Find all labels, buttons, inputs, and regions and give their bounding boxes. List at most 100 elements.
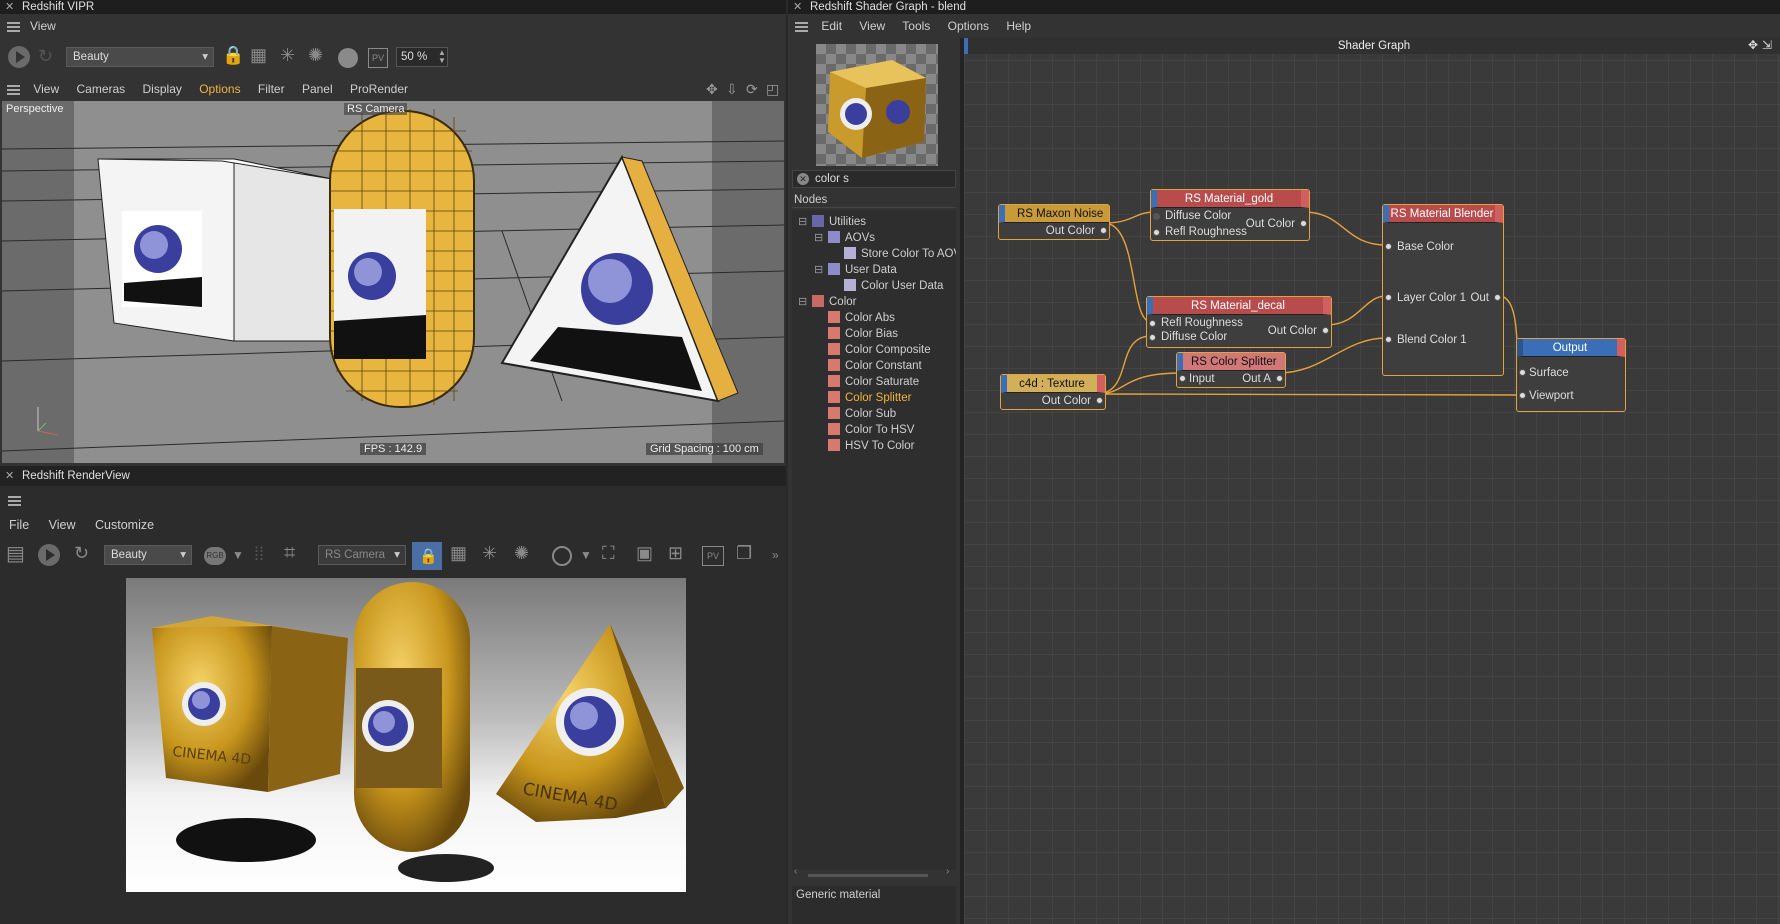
snowflake-icon[interactable]: ✳ (482, 544, 497, 562)
output-port-icon[interactable] (1276, 375, 1283, 382)
tree-item[interactable]: Color Abs (814, 310, 895, 326)
output-port-icon[interactable] (1322, 327, 1329, 334)
vp-menu-filter[interactable]: Filter (258, 82, 285, 96)
vp-menu-display[interactable]: Display (143, 82, 182, 96)
camera-select[interactable]: RS Camera (318, 545, 406, 565)
input-port-icon[interactable] (1153, 229, 1160, 236)
tree-item[interactable]: Color Bias (814, 326, 898, 342)
output-port-icon[interactable] (1096, 397, 1103, 404)
lock-icon[interactable]: 🔒 (412, 542, 442, 570)
refresh-icon[interactable]: ↻ (74, 544, 89, 562)
input-port-icon[interactable] (1385, 294, 1392, 301)
tree-item[interactable]: Color Sub (814, 406, 896, 422)
search-field[interactable]: ✕ color s (792, 170, 956, 188)
lock-icon[interactable]: 🔒 (222, 46, 244, 64)
tree-item[interactable]: Store Color To AOV (830, 246, 956, 262)
region-icon[interactable]: ⛶ (602, 544, 615, 562)
output-port-icon[interactable] (1300, 220, 1307, 227)
vp-menu-panel[interactable]: Panel (302, 82, 333, 96)
move-icon[interactable]: ✥ (706, 78, 718, 100)
menu-options[interactable]: Options (948, 19, 989, 33)
tree-item[interactable]: Color User Data (830, 278, 943, 294)
input-port-icon[interactable] (1385, 243, 1392, 250)
input-port-icon[interactable] (1149, 320, 1156, 327)
pan-icon[interactable]: ⇩ (726, 78, 738, 100)
vp-menu-options[interactable]: Options (199, 82, 240, 96)
node-material-decal[interactable]: RS Material_decal Refl Roughness Diffuse… (1146, 296, 1332, 348)
overflow-icon[interactable]: » (772, 546, 779, 564)
grid-icon[interactable]: ▦ (250, 46, 267, 64)
input-port-icon[interactable] (1149, 334, 1156, 341)
menu-view[interactable]: View (49, 518, 76, 532)
snowflake-alt-icon[interactable]: ✺ (514, 544, 529, 562)
refresh-icon[interactable]: ↻ (38, 47, 53, 65)
hamburger-icon[interactable] (7, 84, 20, 95)
stepper-icon[interactable]: ▲ ▼ (438, 49, 446, 65)
hamburger-icon[interactable] (7, 21, 20, 32)
grid-icon[interactable]: ▦ (450, 544, 467, 562)
menu-view[interactable]: View (859, 19, 885, 33)
close-icon[interactable]: ✕ (5, 0, 14, 14)
output-port-icon[interactable] (1100, 227, 1107, 234)
renderview-aov-select[interactable]: Beauty (104, 545, 192, 565)
rgb-icon[interactable]: RGB (204, 547, 226, 565)
image-icon[interactable]: ▣ (636, 544, 653, 562)
tree-item[interactable]: Color To HSV (814, 422, 914, 438)
aov-select[interactable]: Beauty (66, 47, 214, 67)
perspective-viewport[interactable]: Perspective RS Camera FPS : 142.9 Grid S… (2, 101, 784, 463)
pv-icon[interactable]: PV (702, 546, 724, 566)
output-port-icon[interactable] (1494, 294, 1501, 301)
input-port-icon[interactable] (1519, 369, 1526, 376)
clapperboard-icon[interactable]: ▤ (6, 544, 25, 564)
rotate-icon[interactable]: ⟳ (746, 78, 758, 100)
play-icon[interactable] (8, 46, 30, 68)
circle-icon[interactable] (552, 546, 572, 566)
node-material-gold[interactable]: RS Material_gold Diffuse Color Refl Roug… (1150, 189, 1310, 241)
play-icon[interactable] (38, 544, 60, 566)
crop-icon[interactable]: ⌗ (284, 543, 295, 563)
tree-item[interactable]: Color Composite (814, 342, 931, 358)
hamburger-icon[interactable] (795, 21, 808, 32)
tree-item[interactable]: HSV To Color (814, 438, 914, 454)
tree-item[interactable]: ⊟ Color (798, 294, 856, 310)
tree-item[interactable]: ⊟ AOVs (814, 230, 875, 246)
menu-customize[interactable]: Customize (95, 518, 154, 532)
chevron-down-icon[interactable]: ▼ (232, 546, 244, 564)
tree-item[interactable]: Color Splitter (814, 390, 911, 406)
add-snapshot-icon[interactable]: ⊞ (668, 544, 683, 562)
tree-item[interactable]: ⊟ User Data (814, 262, 897, 278)
tree-item[interactable]: Color Saturate (814, 374, 919, 390)
maximize-icon[interactable]: ◰ (766, 78, 779, 100)
vp-menu-prorender[interactable]: ProRender (350, 82, 408, 96)
node-output[interactable]: Output Surface Viewport (1516, 338, 1626, 412)
menu-tools[interactable]: Tools (902, 19, 930, 33)
dots-grid-icon[interactable]: ⁞⁞ (254, 545, 264, 563)
shader-graph-canvas[interactable]: Shader Graph ✥ ⇲ RS Maxon Noise Out Colo… (964, 38, 1780, 924)
expand-toggle-icon[interactable]: ⊟ (798, 214, 812, 230)
menu-view[interactable]: View (30, 19, 56, 33)
copy-icon[interactable]: ❐ (736, 544, 752, 562)
clear-search-icon[interactable]: ✕ (797, 173, 809, 185)
expand-toggle-icon[interactable]: ⊟ (814, 230, 828, 246)
vp-menu-view[interactable]: View (33, 82, 59, 96)
circle-icon[interactable] (338, 48, 358, 68)
close-icon[interactable]: ✕ (793, 0, 802, 14)
close-icon[interactable]: ✕ (5, 466, 14, 486)
chevron-down-icon[interactable]: ▼ (580, 546, 592, 564)
input-port-icon[interactable] (1153, 213, 1160, 220)
menu-file[interactable]: File (9, 518, 29, 532)
menu-edit[interactable]: Edit (821, 19, 842, 33)
node-maxon-noise[interactable]: RS Maxon Noise Out Color (998, 204, 1110, 240)
node-material-blender[interactable]: RS Material Blender Base Color Layer Col… (1382, 204, 1504, 376)
hamburger-icon[interactable] (8, 495, 21, 506)
vp-menu-cameras[interactable]: Cameras (76, 82, 125, 96)
input-port-icon[interactable] (1179, 375, 1186, 382)
pv-icon[interactable]: PV (368, 48, 388, 68)
menu-help[interactable]: Help (1006, 19, 1031, 33)
tree-item[interactable]: ⊟ Utilities (798, 214, 866, 230)
expand-toggle-icon[interactable]: ⊟ (798, 294, 812, 310)
tree-item[interactable]: Color Constant (814, 358, 922, 374)
input-port-icon[interactable] (1385, 336, 1392, 343)
snowflake-alt-icon[interactable]: ✺ (308, 46, 323, 64)
expand-toggle-icon[interactable]: ⊟ (814, 262, 828, 278)
